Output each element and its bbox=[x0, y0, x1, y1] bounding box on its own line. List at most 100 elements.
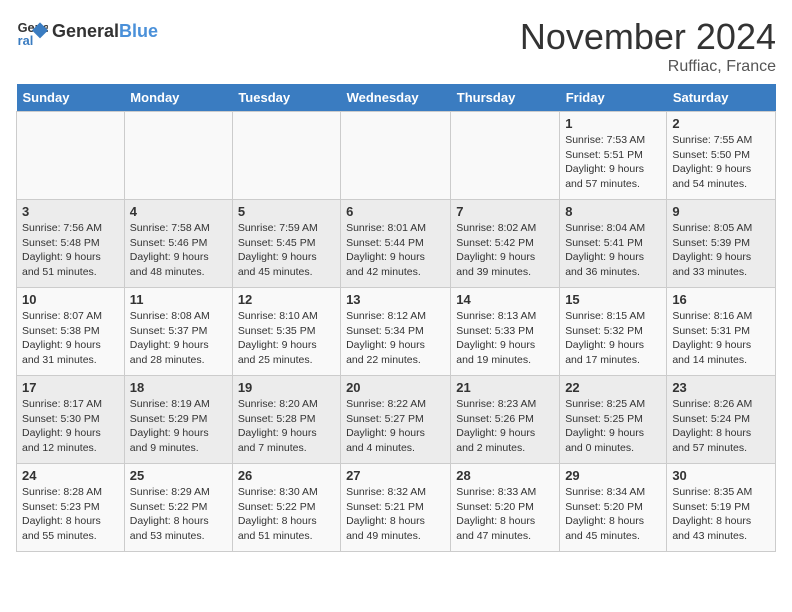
day-number: 7 bbox=[456, 204, 554, 219]
day-number: 17 bbox=[22, 380, 119, 395]
weekday-header-wednesday: Wednesday bbox=[341, 84, 451, 112]
day-cell: 6 Sunrise: 8:01 AM Sunset: 5:44 PM Daylig… bbox=[341, 200, 451, 288]
day-number: 30 bbox=[672, 468, 770, 483]
day-number: 10 bbox=[22, 292, 119, 307]
day-cell: 21 Sunrise: 8:23 AM Sunset: 5:26 PM Dayli… bbox=[451, 376, 560, 464]
day-number: 27 bbox=[346, 468, 445, 483]
day-cell: 15Sunrise: 8:15 AM Sunset: 5:32 PM Dayli… bbox=[560, 288, 667, 376]
day-cell: 3 Sunrise: 7:56 AM Sunset: 5:48 PM Daylig… bbox=[17, 200, 125, 288]
day-number: 20 bbox=[346, 380, 445, 395]
weekday-header-saturday: Saturday bbox=[667, 84, 776, 112]
day-info: Sunrise: 8:30 AM Sunset: 5:22 PM Dayligh… bbox=[238, 485, 335, 544]
day-info: Sunrise: 7:53 AM Sunset: 5:51 PM Dayligh… bbox=[565, 133, 661, 192]
day-info: Sunrise: 8:22 AM Sunset: 5:27 PM Dayligh… bbox=[346, 397, 445, 456]
day-cell: 11 Sunrise: 8:08 AM Sunset: 5:37 PM Dayli… bbox=[124, 288, 232, 376]
day-number: 14 bbox=[456, 292, 554, 307]
day-number: 19 bbox=[238, 380, 335, 395]
day-info: Sunrise: 7:55 AM Sunset: 5:50 PM Dayligh… bbox=[672, 133, 770, 192]
location: Ruffiac, France bbox=[520, 58, 776, 76]
calendar-header-row: SundayMondayTuesdayWednesdayThursdayFrid… bbox=[17, 84, 776, 112]
logo-icon: Gene ral bbox=[16, 16, 48, 48]
day-info: Sunrise: 8:19 AM Sunset: 5:29 PM Dayligh… bbox=[130, 397, 227, 456]
day-number: 8 bbox=[565, 204, 661, 219]
day-cell: 12 Sunrise: 8:10 AM Sunset: 5:35 PM Dayli… bbox=[232, 288, 340, 376]
day-info: Sunrise: 8:34 AM Sunset: 5:20 PM Dayligh… bbox=[565, 485, 661, 544]
day-info: Sunrise: 8:23 AM Sunset: 5:26 PM Dayligh… bbox=[456, 397, 554, 456]
day-number: 28 bbox=[456, 468, 554, 483]
day-info: Sunrise: 8:28 AM Sunset: 5:23 PM Dayligh… bbox=[22, 485, 119, 544]
month-title: November 2024 bbox=[520, 16, 776, 58]
weekday-header-monday: Monday bbox=[124, 84, 232, 112]
day-cell: 18 Sunrise: 8:19 AM Sunset: 5:29 PM Dayli… bbox=[124, 376, 232, 464]
day-cell: 5 Sunrise: 7:59 AM Sunset: 5:45 PM Daylig… bbox=[232, 200, 340, 288]
day-cell: 27 Sunrise: 8:32 AM Sunset: 5:21 PM Dayli… bbox=[341, 464, 451, 552]
day-info: Sunrise: 8:07 AM Sunset: 5:38 PM Dayligh… bbox=[22, 309, 119, 368]
day-cell: 24 Sunrise: 8:28 AM Sunset: 5:23 PM Dayli… bbox=[17, 464, 125, 552]
day-info: Sunrise: 7:59 AM Sunset: 5:45 PM Dayligh… bbox=[238, 221, 335, 280]
day-number: 3 bbox=[22, 204, 119, 219]
day-number: 21 bbox=[456, 380, 554, 395]
day-number: 18 bbox=[130, 380, 227, 395]
day-info: Sunrise: 8:04 AM Sunset: 5:41 PM Dayligh… bbox=[565, 221, 661, 280]
day-cell bbox=[451, 112, 560, 200]
day-cell bbox=[17, 112, 125, 200]
day-number: 29 bbox=[565, 468, 661, 483]
day-number: 6 bbox=[346, 204, 445, 219]
day-info: Sunrise: 8:32 AM Sunset: 5:21 PM Dayligh… bbox=[346, 485, 445, 544]
day-number: 25 bbox=[130, 468, 227, 483]
day-cell bbox=[232, 112, 340, 200]
week-row-3: 10 Sunrise: 8:07 AM Sunset: 5:38 PM Dayli… bbox=[17, 288, 776, 376]
weekday-header-thursday: Thursday bbox=[451, 84, 560, 112]
weekday-header-tuesday: Tuesday bbox=[232, 84, 340, 112]
day-number: 22 bbox=[565, 380, 661, 395]
day-info: Sunrise: 8:02 AM Sunset: 5:42 PM Dayligh… bbox=[456, 221, 554, 280]
day-info: Sunrise: 8:10 AM Sunset: 5:35 PM Dayligh… bbox=[238, 309, 335, 368]
day-cell: 10 Sunrise: 8:07 AM Sunset: 5:38 PM Dayli… bbox=[17, 288, 125, 376]
day-info: Sunrise: 8:35 AM Sunset: 5:19 PM Dayligh… bbox=[672, 485, 770, 544]
day-cell: 20 Sunrise: 8:22 AM Sunset: 5:27 PM Dayli… bbox=[341, 376, 451, 464]
day-cell: 25 Sunrise: 8:29 AM Sunset: 5:22 PM Dayli… bbox=[124, 464, 232, 552]
day-cell: 28 Sunrise: 8:33 AM Sunset: 5:20 PM Dayli… bbox=[451, 464, 560, 552]
day-cell: 23Sunrise: 8:26 AM Sunset: 5:24 PM Dayli… bbox=[667, 376, 776, 464]
day-cell: 19 Sunrise: 8:20 AM Sunset: 5:28 PM Dayli… bbox=[232, 376, 340, 464]
weekday-header-sunday: Sunday bbox=[17, 84, 125, 112]
day-info: Sunrise: 8:12 AM Sunset: 5:34 PM Dayligh… bbox=[346, 309, 445, 368]
day-info: Sunrise: 8:13 AM Sunset: 5:33 PM Dayligh… bbox=[456, 309, 554, 368]
day-info: Sunrise: 8:05 AM Sunset: 5:39 PM Dayligh… bbox=[672, 221, 770, 280]
day-cell: 30 Sunrise: 8:35 AM Sunset: 5:19 PM Dayli… bbox=[667, 464, 776, 552]
day-info: Sunrise: 8:17 AM Sunset: 5:30 PM Dayligh… bbox=[22, 397, 119, 456]
day-cell: 9 Sunrise: 8:05 AM Sunset: 5:39 PM Daylig… bbox=[667, 200, 776, 288]
day-info: Sunrise: 7:58 AM Sunset: 5:46 PM Dayligh… bbox=[130, 221, 227, 280]
day-info: Sunrise: 7:56 AM Sunset: 5:48 PM Dayligh… bbox=[22, 221, 119, 280]
day-info: Sunrise: 8:20 AM Sunset: 5:28 PM Dayligh… bbox=[238, 397, 335, 456]
day-cell: 29 Sunrise: 8:34 AM Sunset: 5:20 PM Dayli… bbox=[560, 464, 667, 552]
day-cell: 2 Sunrise: 7:55 AM Sunset: 5:50 PM Daylig… bbox=[667, 112, 776, 200]
day-number: 24 bbox=[22, 468, 119, 483]
day-info: Sunrise: 8:33 AM Sunset: 5:20 PM Dayligh… bbox=[456, 485, 554, 544]
day-number: 13 bbox=[346, 292, 445, 307]
week-row-1: 1 Sunrise: 7:53 AM Sunset: 5:51 PM Daylig… bbox=[17, 112, 776, 200]
week-row-2: 3 Sunrise: 7:56 AM Sunset: 5:48 PM Daylig… bbox=[17, 200, 776, 288]
day-info: Sunrise: 8:01 AM Sunset: 5:44 PM Dayligh… bbox=[346, 221, 445, 280]
svg-text:ral: ral bbox=[18, 33, 34, 48]
day-number: 2 bbox=[672, 116, 770, 131]
logo-text: GeneralBlue bbox=[52, 22, 158, 42]
day-number: 12 bbox=[238, 292, 335, 307]
day-cell bbox=[124, 112, 232, 200]
day-info: Sunrise: 8:29 AM Sunset: 5:22 PM Dayligh… bbox=[130, 485, 227, 544]
week-row-5: 24 Sunrise: 8:28 AM Sunset: 5:23 PM Dayli… bbox=[17, 464, 776, 552]
day-cell: 7 Sunrise: 8:02 AM Sunset: 5:42 PM Daylig… bbox=[451, 200, 560, 288]
day-number: 23 bbox=[672, 380, 770, 395]
day-number: 9 bbox=[672, 204, 770, 219]
day-number: 4 bbox=[130, 204, 227, 219]
day-number: 16 bbox=[672, 292, 770, 307]
day-number: 11 bbox=[130, 292, 227, 307]
day-info: Sunrise: 8:08 AM Sunset: 5:37 PM Dayligh… bbox=[130, 309, 227, 368]
calendar-table: SundayMondayTuesdayWednesdayThursdayFrid… bbox=[16, 84, 776, 552]
title-block: November 2024 Ruffiac, France bbox=[520, 16, 776, 76]
calendar-body: 1 Sunrise: 7:53 AM Sunset: 5:51 PM Daylig… bbox=[17, 112, 776, 552]
day-cell: 16Sunrise: 8:16 AM Sunset: 5:31 PM Dayli… bbox=[667, 288, 776, 376]
day-number: 15 bbox=[565, 292, 661, 307]
day-number: 1 bbox=[565, 116, 661, 131]
day-number: 5 bbox=[238, 204, 335, 219]
